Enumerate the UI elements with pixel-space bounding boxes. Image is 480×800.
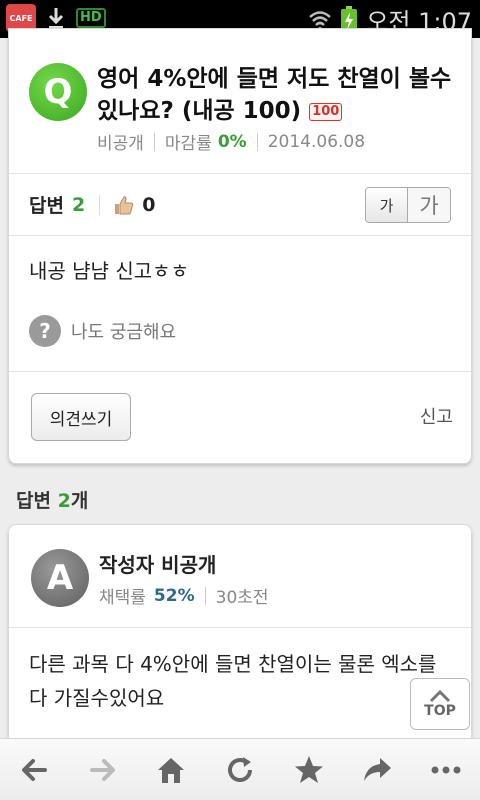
answer-badge-icon: A [31,549,89,607]
question-title: 영어 4%안에 들면 저도 찬열이 볼수 있나요? (내공 100) 100 [97,63,463,127]
answers-heading: 답변 2개 [16,486,88,513]
adopt-value: 52% [153,585,195,606]
forward-icon [89,758,115,781]
question-body: 내공 냠냠 신고ㅎㅎ [29,259,189,283]
font-large-button[interactable]: 가 [408,188,450,222]
answer-author: 작성자 비공개 [99,553,217,577]
font-small-button[interactable]: 가 [366,188,408,222]
font-size-toggle[interactable]: 가 가 [365,187,451,223]
divider [9,173,471,174]
refresh-button[interactable] [216,746,264,794]
answer-meta: 채택률 52% 30초전 [99,583,269,609]
reward-tag: 100 [309,103,343,121]
question-title-text: 영어 4%안에 들면 저도 찬열이 볼수 있나요? (내공 100) [97,66,452,124]
divider [9,627,471,628]
share-button[interactable] [353,746,401,794]
question-author: 비공개 [97,134,144,154]
answer-card: A 작성자 비공개 채택률 52% 30초전 다른 과목 다 4%안에 들면 찬… [8,524,472,764]
back-button[interactable] [10,746,58,794]
answers-count: 2 [71,193,86,216]
scroll-top-button[interactable]: TOP [410,678,470,730]
answers-label: 답변 [29,195,64,217]
divider [9,235,471,236]
question-meta: 비공개 마감률 0% 2014.06.08 [97,129,366,155]
answers-heading-suffix: 개 [70,490,89,512]
more-button[interactable] [422,746,470,794]
deadline-label: 마감률 [164,134,212,154]
share-icon [364,757,392,781]
question-mark-icon: ? [29,315,61,347]
answers-heading-count: 2 [57,490,71,512]
curious-label: 나도 궁금해요 [71,322,177,343]
question-badge-icon: Q [29,63,87,121]
top-label: TOP [424,703,456,719]
answers-heading-label: 답변 [16,490,51,512]
hd-icon: HD [76,8,106,28]
forward-button[interactable] [79,746,127,794]
answer-rank: 30초전 [215,588,269,608]
chevron-up-icon [429,689,451,703]
home-icon [158,757,185,783]
browser-toolbar [0,738,480,800]
bookmark-button[interactable] [285,746,333,794]
question-card: Q 영어 4%안에 들면 저도 찬열이 볼수 있나요? (내공 100) 100… [8,28,472,464]
star-icon [294,755,323,783]
adopt-label: 채택률 [99,588,146,608]
home-button[interactable] [147,746,195,794]
answer-like-row: 답변 2 0 [29,191,155,218]
more-icon [431,766,461,773]
deadline-value: 0% [217,131,247,152]
divider [9,371,471,372]
refresh-icon [228,756,252,782]
thumbs-up-icon[interactable] [114,195,134,215]
write-opinion-button[interactable]: 의견쓰기 [31,393,131,441]
report-link[interactable]: 신고 [420,403,453,429]
back-icon [22,758,48,781]
question-date: 2014.06.08 [267,131,366,152]
answer-body: 다른 과목 다 4%안에 들면 찬열이는 물론 엑소를 다 가질수있어요 [29,652,437,710]
download-icon [48,8,64,29]
likes-count: 0 [142,193,156,216]
curious-button[interactable]: ? 나도 궁금해요 [29,315,176,347]
